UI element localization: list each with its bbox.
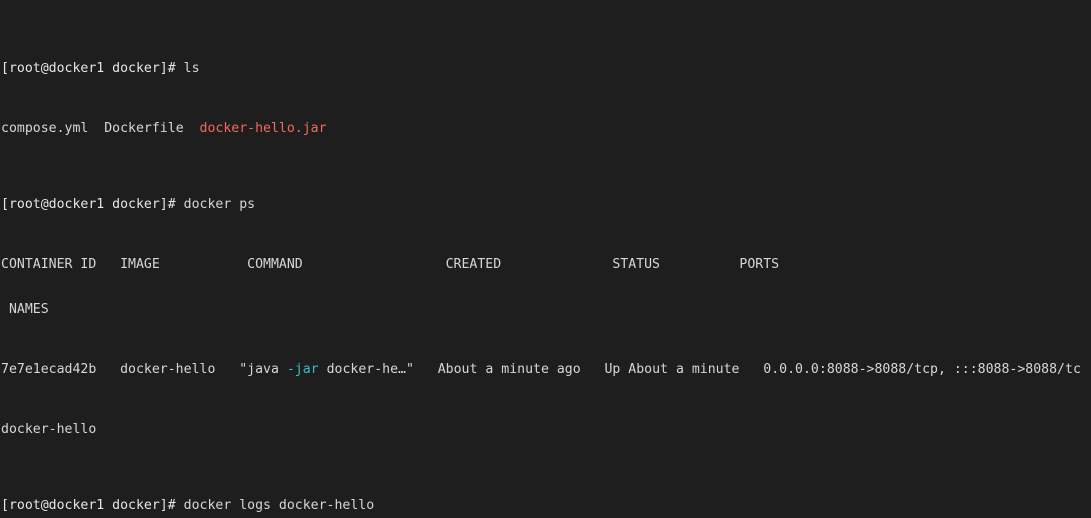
terminal-window[interactable]: [root@docker1 docker]# ls compose.yml Do… (0, 0, 1091, 518)
docker-ps-header-names: NAMES (1, 302, 1091, 317)
container-image: docker-hello (120, 362, 216, 378)
command-text-docker-ps: docker ps (183, 196, 256, 212)
docker-ps-row: 7e7e1ecad42b docker-hello "java -jar doc… (1, 362, 1091, 377)
container-names: docker-hello (1, 422, 97, 438)
container-command-pre: "java (239, 362, 287, 378)
command-text-ls: ls (183, 61, 200, 77)
container-status: Up About a minute (604, 362, 740, 378)
docker-ps-header-names-label: NAMES (1, 301, 49, 317)
shell-prompt: [root@docker1 docker]# (1, 61, 184, 77)
terminal-line-ls-output: compose.yml Dockerfile docker-hello.jar (1, 121, 1091, 136)
file-dockerfile: Dockerfile (104, 121, 184, 137)
command-text-docker-logs: docker logs docker-hello (183, 497, 375, 513)
container-command-post: docker-he…" (318, 362, 414, 378)
shell-prompt: [root@docker1 docker]# (1, 497, 184, 513)
terminal-line-command-docker-ps: [root@docker1 docker]# docker ps (1, 197, 1091, 212)
container-created: About a minute ago (437, 362, 581, 378)
file-compose-yml: compose.yml (1, 121, 89, 137)
container-ports: 0.0.0.0:8088->8088/tcp, :::8088->8088/tc (763, 362, 1081, 378)
file-docker-hello-jar: docker-hello.jar (199, 121, 327, 137)
terminal-line-command-docker-logs: [root@docker1 docker]# docker logs docke… (1, 498, 1091, 513)
container-command-flag: -jar (286, 362, 319, 378)
docker-ps-row-names: docker-hello (1, 422, 1091, 437)
terminal-line-command-ls: [root@docker1 docker]# ls (1, 61, 1091, 76)
shell-prompt: [root@docker1 docker]# (1, 196, 184, 212)
docker-ps-header-row: CONTAINER ID IMAGE COMMAND CREATED STATU… (1, 257, 1091, 272)
docker-ps-header: CONTAINER ID IMAGE COMMAND CREATED STATU… (1, 256, 780, 272)
container-id: 7e7e1ecad42b (1, 362, 97, 378)
